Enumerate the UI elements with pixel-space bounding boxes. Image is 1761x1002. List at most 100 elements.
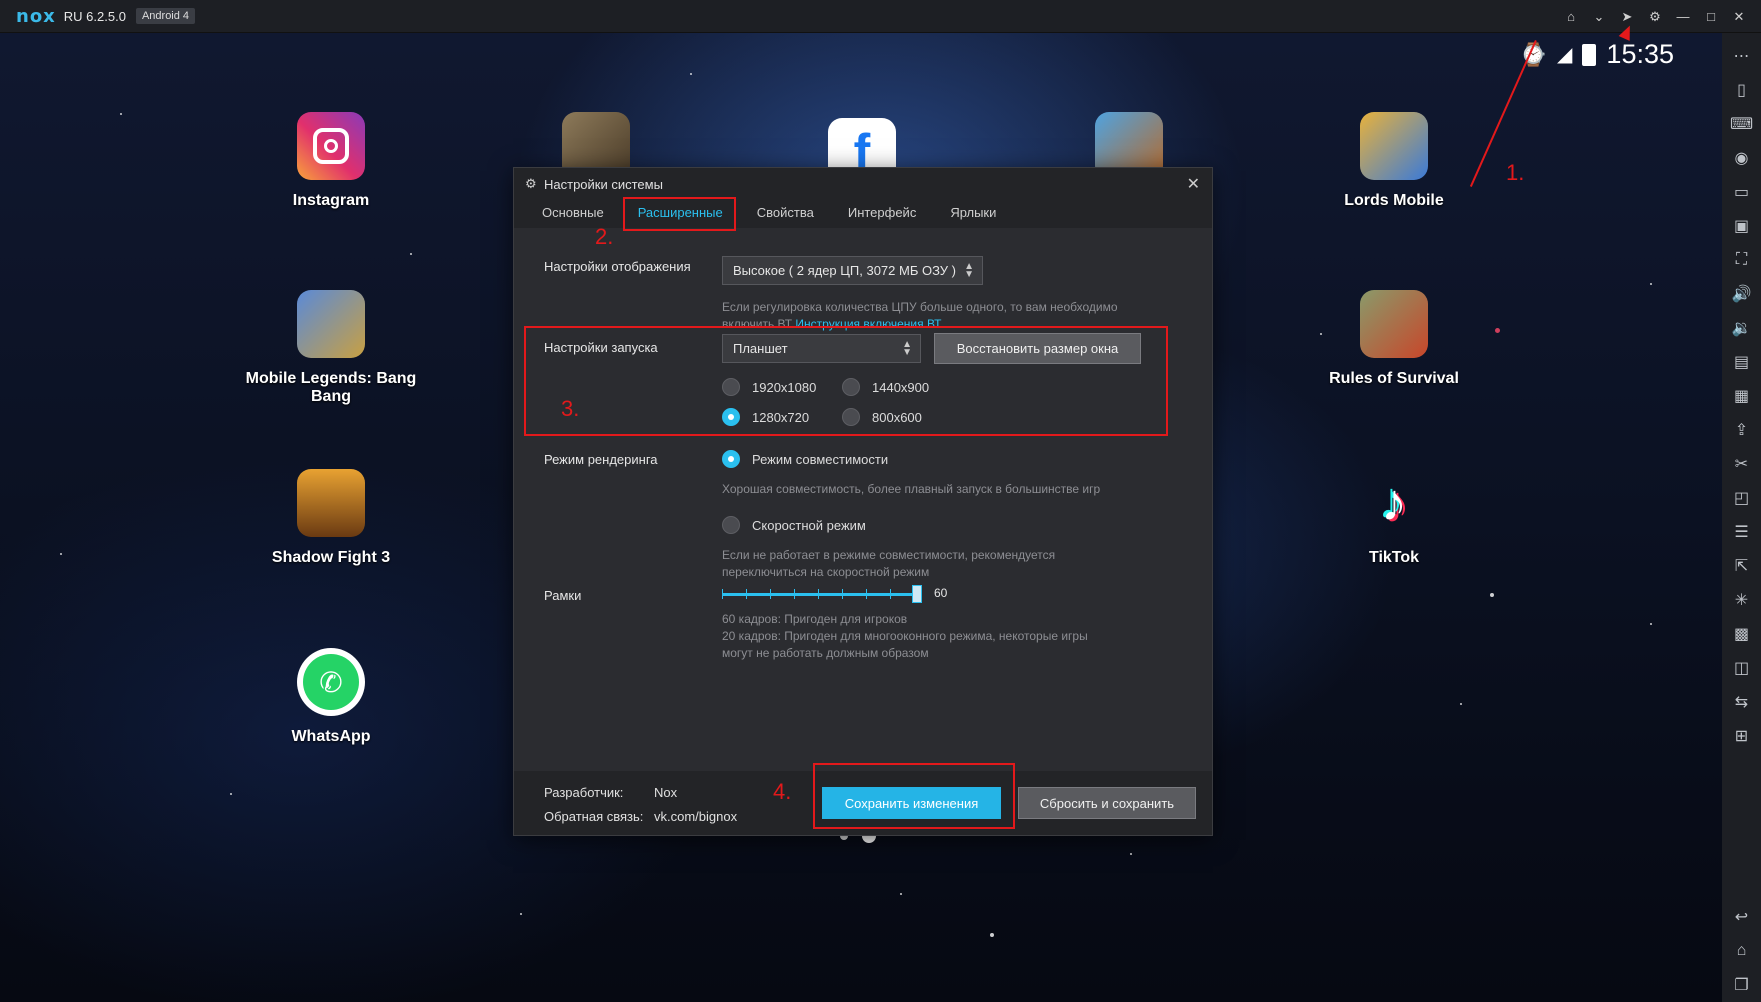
app-rules-of-survival[interactable]: Rules of Survival xyxy=(1294,290,1494,388)
version-label: RU 6.2.5.0 xyxy=(63,8,126,24)
lords-mobile-icon xyxy=(1360,112,1428,180)
annotation-box-save xyxy=(813,763,1015,829)
radio-compat-mode[interactable]: Режим совместимости xyxy=(722,450,888,468)
developer-label: Разработчик: xyxy=(544,785,624,800)
dialog-title: Настройки системы xyxy=(544,177,663,192)
volume-up-icon[interactable]: 🔊 xyxy=(1731,283,1753,305)
performance-select[interactable]: Высокое ( 2 ядер ЦП, 3072 МБ ОЗУ ) ▲ ▼ xyxy=(722,256,983,285)
chevron-down-icon[interactable]: ⌄ xyxy=(1591,9,1607,25)
shadow-fight-3-icon xyxy=(297,469,365,537)
keyboard-icon[interactable]: ⌨ xyxy=(1730,113,1753,135)
compat-hint: Хорошая совместимость, более плавный зап… xyxy=(722,482,1101,496)
performance-value: Высокое ( 2 ядер ЦП, 3072 МБ ОЗУ ) xyxy=(733,263,956,278)
tab-properties[interactable]: Свойства xyxy=(757,205,814,220)
fullscreen-icon[interactable]: ⛶ xyxy=(1731,249,1753,271)
app-label: Mobile Legends: Bang Bang xyxy=(245,370,417,405)
app-label: WhatsApp xyxy=(291,728,371,745)
tab-interface[interactable]: Интерфейс xyxy=(848,205,916,220)
radio-circle xyxy=(722,516,740,534)
fps-slider[interactable] xyxy=(722,585,922,603)
more-icon[interactable]: ⋯ xyxy=(1731,45,1753,67)
recent-apps-icon[interactable]: ❐ xyxy=(1731,974,1753,996)
dialog-header: ⚙ Настройки системы ✕ Основные Расширенн… xyxy=(514,168,1212,228)
app-lords-mobile[interactable]: Lords Mobile xyxy=(1294,112,1494,210)
import-icon[interactable]: ⇪ xyxy=(1731,419,1753,441)
whatsapp-icon: ✆ xyxy=(297,648,365,716)
minimize-icon[interactable]: — xyxy=(1675,9,1691,25)
radio-speed-mode[interactable]: Скоростной режим xyxy=(722,516,866,534)
settings-dialog: ⚙ Настройки системы ✕ Основные Расширенн… xyxy=(513,167,1213,836)
gear-icon: ⚙ xyxy=(525,176,537,191)
scissors-icon[interactable]: ✂ xyxy=(1731,453,1753,475)
shake-icon[interactable]: ▯ xyxy=(1731,79,1753,101)
apk-icon[interactable]: ▣ xyxy=(1731,215,1753,237)
nav-buttons: ↩ ⌂ ❐ xyxy=(1731,894,1753,996)
annotation-number: 1. xyxy=(1506,160,1525,185)
resize-icon[interactable]: ⇱ xyxy=(1731,555,1753,577)
gamepad-icon[interactable]: ◫ xyxy=(1731,657,1753,679)
multi-instance-icon[interactable]: ◰ xyxy=(1731,487,1753,509)
menu-icon[interactable]: ☰ xyxy=(1731,521,1753,543)
android-badge: Android 4 xyxy=(135,8,196,24)
feedback-link[interactable]: vk.com/bignox xyxy=(654,809,737,824)
app-shadow-fight-3[interactable]: Shadow Fight 3 xyxy=(231,469,431,567)
signal-icon: ◢ xyxy=(1557,44,1573,66)
back-icon[interactable]: ↩ xyxy=(1731,906,1753,928)
maximize-icon[interactable]: □ xyxy=(1703,9,1719,25)
close-icon[interactable]: ✕ xyxy=(1731,9,1747,25)
slider-handle[interactable] xyxy=(912,585,922,603)
tab-bar: Основные Расширенные Свойства Интерфейс … xyxy=(542,205,1030,220)
toolbox-icon[interactable]: ▤ xyxy=(1731,351,1753,373)
developer-value: Nox xyxy=(654,785,678,800)
feedback-label: Обратная связь: xyxy=(544,809,644,824)
loading-icon[interactable]: ✳ xyxy=(1731,589,1753,611)
close-icon[interactable]: ✕ xyxy=(1187,174,1200,194)
tab-basic[interactable]: Основные xyxy=(542,205,604,220)
screenshot-icon[interactable]: ▦ xyxy=(1731,385,1753,407)
app-instagram[interactable]: Instagram xyxy=(231,112,431,210)
app-label: TikTok xyxy=(1368,549,1420,566)
instagram-icon xyxy=(297,112,365,180)
display-settings-label: Настройки отображения xyxy=(544,259,691,274)
window-controls: ⌂ ⌄ ➤ ⚙ — □ ✕ xyxy=(1563,0,1747,33)
app-mobile-legends[interactable]: Mobile Legends: Bang Bang xyxy=(231,290,431,406)
volume-down-icon[interactable]: 🔉 xyxy=(1731,317,1753,339)
fps-value: 60 xyxy=(934,586,948,600)
sync-icon[interactable]: ⇆ xyxy=(1731,691,1753,713)
annotation-number: 4. xyxy=(773,779,792,804)
app-label: Lords Mobile xyxy=(1344,192,1444,209)
annotation-number: 3. xyxy=(561,396,580,421)
record-icon[interactable]: ▩ xyxy=(1731,623,1753,645)
add-icon[interactable]: ⊞ xyxy=(1731,725,1753,747)
updown-icon: ▲ ▼ xyxy=(964,260,974,280)
app-label: Instagram xyxy=(292,192,370,209)
status-bar: ⌚ ◢ 15:35 xyxy=(1520,39,1674,70)
clock: 15:35 xyxy=(1606,39,1674,69)
app-label: Rules of Survival xyxy=(1329,370,1459,387)
radio-label: Режим совместимости xyxy=(752,451,889,467)
nox-logo: nox xyxy=(16,5,56,27)
battery-icon xyxy=(1582,43,1597,66)
app-label: Shadow Fight 3 xyxy=(271,549,391,566)
speed-hint: Если не работает в режиме совместимости,… xyxy=(722,548,1056,579)
screen-icon[interactable]: ▭ xyxy=(1731,181,1753,203)
home-icon[interactable]: ⌂ xyxy=(1563,9,1579,25)
annotation-number: 2. xyxy=(595,224,614,249)
tab-shortcuts[interactable]: Ярлыки xyxy=(950,205,996,220)
location-icon[interactable]: ◉ xyxy=(1731,147,1753,169)
reset-and-save-button[interactable]: Сбросить и сохранить xyxy=(1018,787,1196,819)
radio-label: Скоростной режим xyxy=(752,517,866,533)
title-bar: nox RU 6.2.5.0 Android 4 ⌂ ⌄ ➤ ⚙ — □ ✕ xyxy=(0,0,1761,33)
frames-label: Рамки xyxy=(544,588,582,603)
tiktok-icon: ♪ xyxy=(1381,474,1407,532)
home-nav-icon[interactable]: ⌂ xyxy=(1731,940,1753,962)
pin-icon[interactable]: ➤ xyxy=(1619,9,1635,25)
app-whatsapp[interactable]: ✆ WhatsApp xyxy=(231,648,431,746)
gear-icon[interactable]: ⚙ xyxy=(1647,9,1663,25)
mobile-legends-icon xyxy=(297,290,365,358)
annotation-box-tab xyxy=(623,197,736,231)
rules-of-survival-icon xyxy=(1360,290,1428,358)
app-tiktok[interactable]: ♪ TikTok xyxy=(1294,469,1494,567)
frames-hint: 60 кадров: Пригоден для игроков 20 кадро… xyxy=(722,612,1088,660)
annotation-box-launch xyxy=(524,326,1168,436)
